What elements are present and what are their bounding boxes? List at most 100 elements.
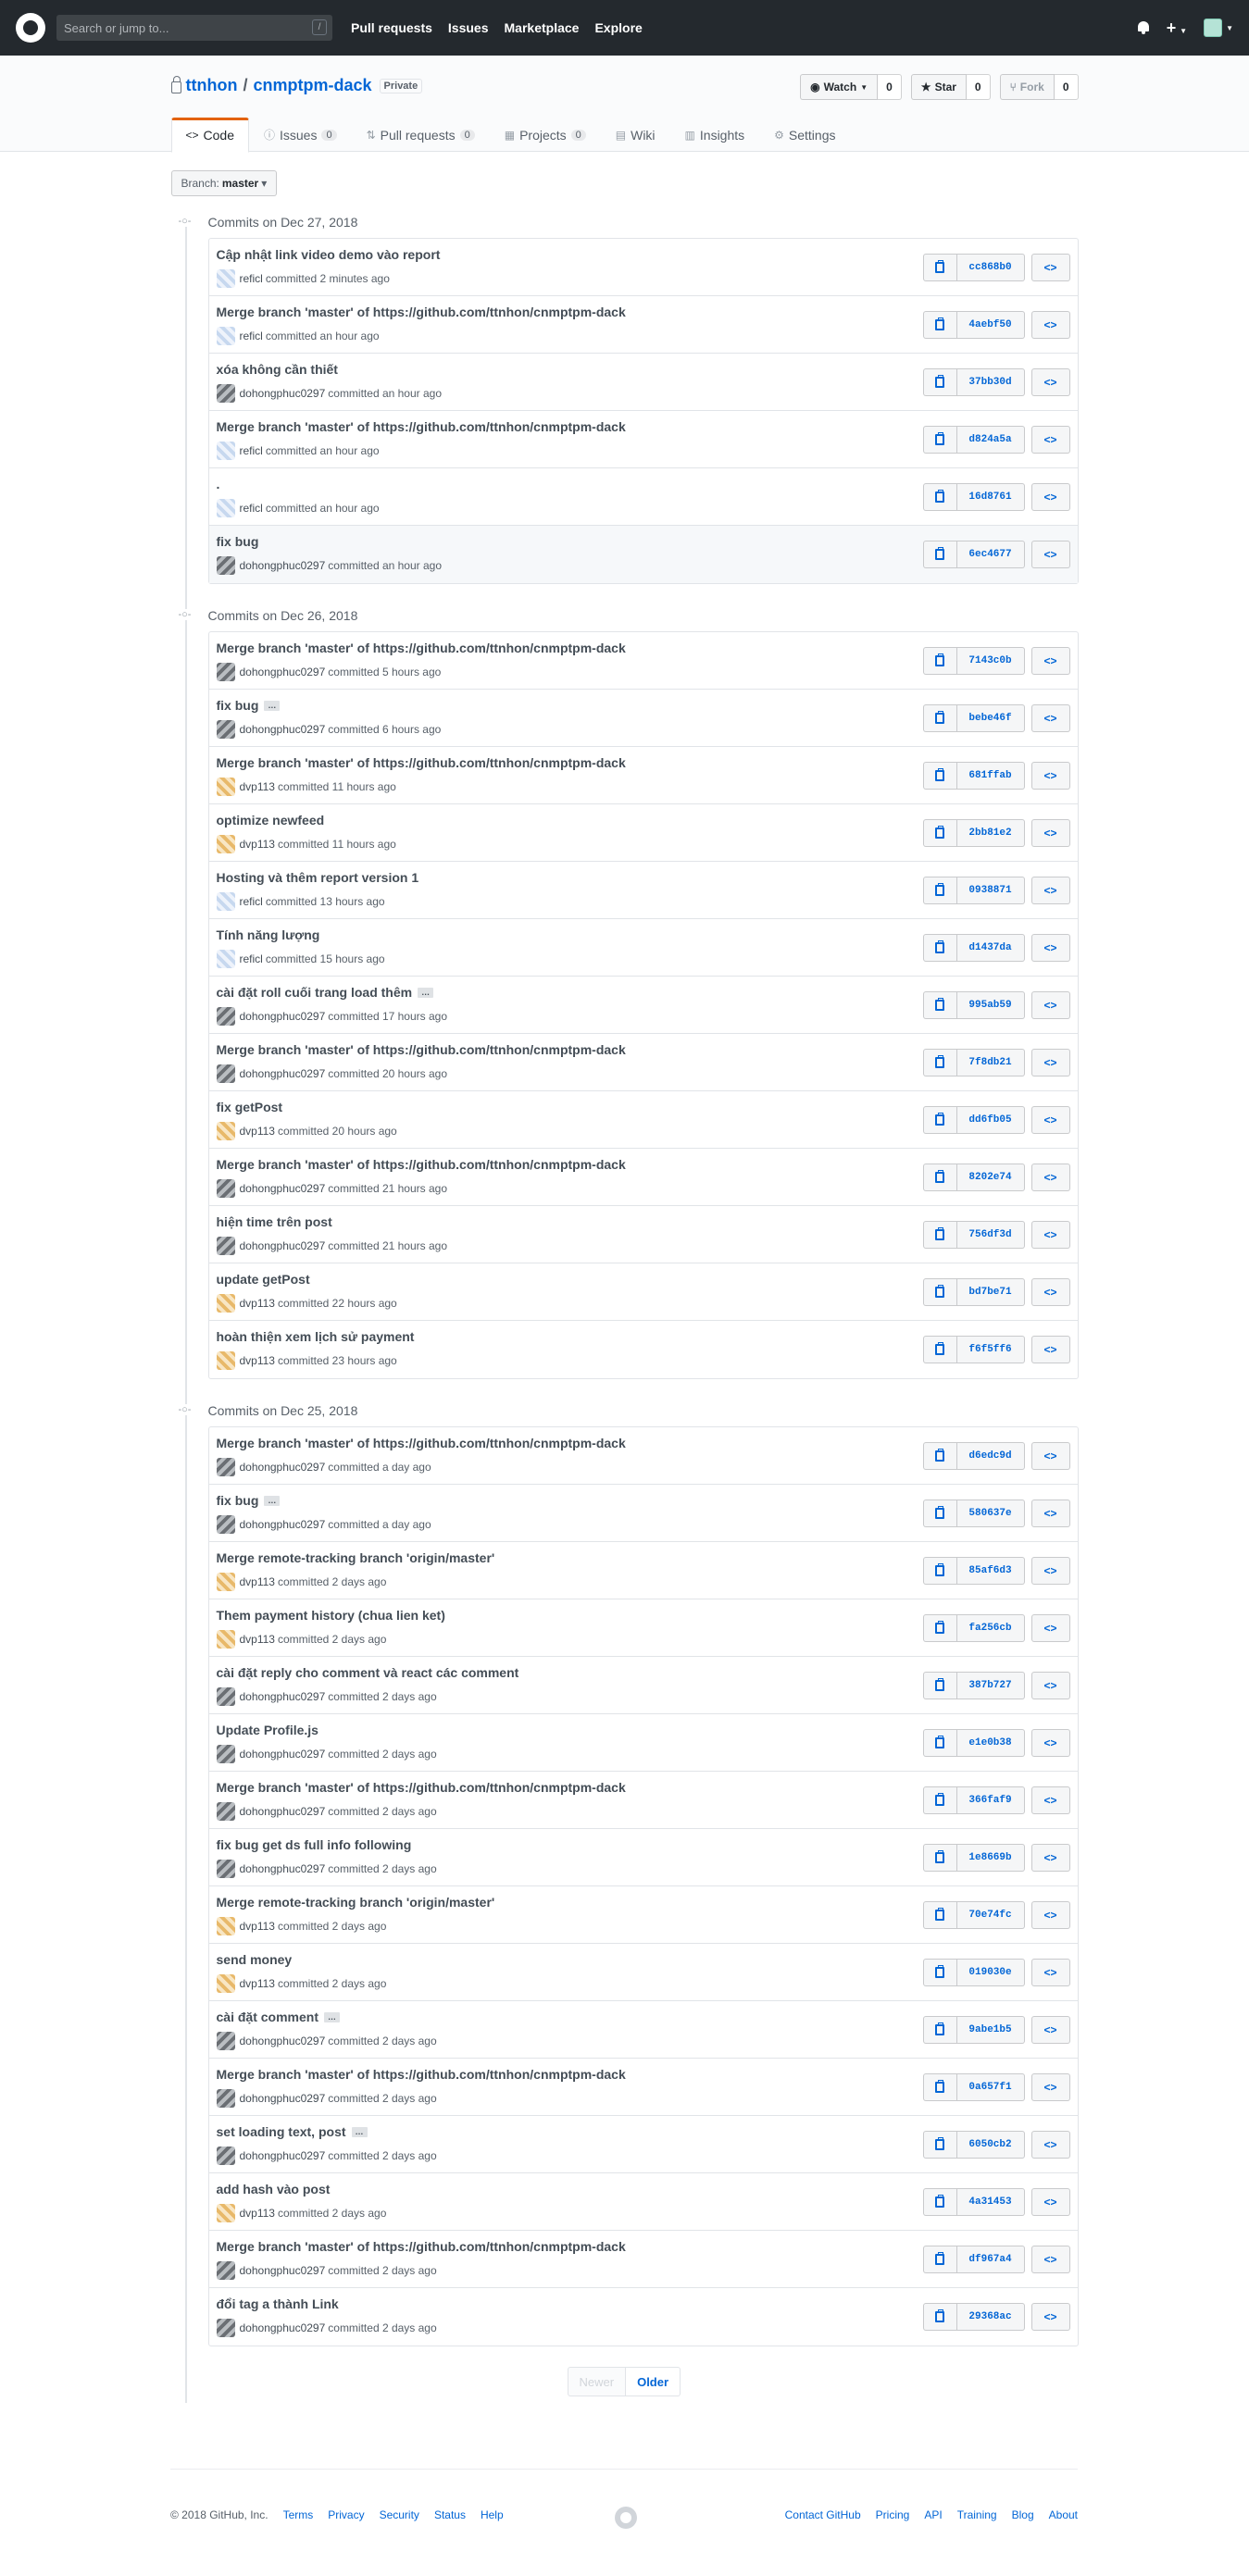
expand-message-button[interactable]: … [264,1495,281,1506]
commit-message-link[interactable]: set loading text, post [217,2124,346,2139]
copy-sha-button[interactable] [922,1672,957,1699]
browse-repo-button[interactable]: <> [1030,2073,1070,2101]
copy-sha-button[interactable] [922,877,957,904]
copy-sha-button[interactable] [922,1786,957,1814]
commit-message-link[interactable]: cài đặt comment [217,2010,318,2024]
copy-sha-button[interactable] [922,1221,957,1249]
browse-repo-button[interactable]: <> [1030,2016,1070,2044]
copy-sha-button[interactable] [922,254,957,281]
author-avatar[interactable] [216,2204,235,2222]
star-button[interactable]: ★ Star [910,74,967,100]
commit-sha-link[interactable]: df967a4 [956,2246,1025,2273]
commit-message-link[interactable]: Merge remote-tracking branch 'origin/mas… [217,1895,495,1910]
author-avatar[interactable] [216,663,235,681]
author-avatar[interactable] [216,2089,235,2108]
browse-repo-button[interactable]: <> [1030,934,1070,962]
author-avatar[interactable] [216,1237,235,1255]
tab-projects[interactable]: ▦ Projects 0 [490,118,601,153]
commit-author-link[interactable]: reficl [240,444,263,457]
commit-sha-link[interactable]: 1e8669b [956,1844,1025,1872]
copy-sha-button[interactable] [922,934,957,962]
author-avatar[interactable] [216,556,235,575]
browse-repo-button[interactable]: <> [1030,1049,1070,1076]
commit-author-link[interactable]: reficl [240,330,263,342]
commit-author-link[interactable]: dohongphuc0297 [240,1010,326,1023]
commit-sha-link[interactable]: d6edc9d [956,1442,1025,1470]
copy-sha-button[interactable] [922,2016,957,2044]
author-avatar[interactable] [216,1630,235,1649]
commit-message-link[interactable]: Merge remote-tracking branch 'origin/mas… [217,1550,495,1565]
browse-repo-button[interactable]: <> [1030,704,1070,732]
commit-message-link[interactable]: add hash vào post [217,2182,331,2196]
author-avatar[interactable] [216,1974,235,1993]
expand-message-button[interactable]: … [418,987,434,998]
author-avatar[interactable] [216,892,235,911]
browse-repo-button[interactable]: <> [1030,1221,1070,1249]
commit-message-link[interactable]: fix bug [217,698,259,713]
copy-sha-button[interactable] [922,819,957,847]
copy-sha-button[interactable] [922,2246,957,2273]
commit-sha-link[interactable]: bd7be71 [956,1278,1025,1306]
author-avatar[interactable] [216,1294,235,1313]
create-new-menu[interactable]: + ▼ [1167,19,1187,38]
commit-message-link[interactable]: hiện time trên post [217,1214,332,1229]
commit-message-link[interactable]: fix bug [217,534,259,549]
footer-link-status[interactable]: Status [434,2508,466,2521]
star-count[interactable]: 0 [966,74,991,100]
author-avatar[interactable] [216,1351,235,1370]
branch-select-button[interactable]: Branch: master ▾ [170,170,278,196]
commit-message-link[interactable]: xóa không cần thiết [217,362,338,377]
copy-sha-button[interactable] [922,1729,957,1757]
commit-sha-link[interactable]: 9abe1b5 [956,2016,1025,2044]
commit-author-link[interactable]: dvp113 [240,1125,275,1138]
author-avatar[interactable] [216,950,235,968]
commit-author-link[interactable]: dvp113 [240,1297,275,1310]
commit-sha-link[interactable]: 7143c0b [956,647,1025,675]
footer-link-security[interactable]: Security [380,2508,419,2521]
commit-sha-link[interactable]: 4a31453 [956,2188,1025,2216]
browse-repo-button[interactable]: <> [1030,1959,1070,1986]
commit-message-link[interactable]: optimize newfeed [217,813,325,828]
author-avatar[interactable] [216,1515,235,1534]
commit-author-link[interactable]: dohongphuc0297 [240,723,326,736]
footer-link-pricing[interactable]: Pricing [876,2508,910,2521]
footer-link-help[interactable]: Help [481,2508,504,2521]
expand-message-button[interactable]: … [351,2126,368,2137]
nav-marketplace[interactable]: Marketplace [505,20,580,35]
footer-link-privacy[interactable]: Privacy [328,2508,364,2521]
copy-sha-button[interactable] [922,991,957,1019]
commit-message-link[interactable]: Them payment history (chua lien ket) [217,1608,445,1623]
browse-repo-button[interactable]: <> [1030,2303,1070,2331]
commit-message-link[interactable]: Merge branch 'master' of https://github.… [217,1780,626,1795]
author-avatar[interactable] [216,269,235,288]
github-logo-icon[interactable] [16,13,45,43]
footer-link-training[interactable]: Training [957,2508,997,2521]
author-avatar[interactable] [216,442,235,460]
tab-settings[interactable]: ⚙ Settings [759,118,850,153]
browse-repo-button[interactable]: <> [1030,1844,1070,1872]
browse-repo-button[interactable]: <> [1030,877,1070,904]
commit-author-link[interactable]: dohongphuc0297 [240,559,326,572]
commit-sha-link[interactable]: e1e0b38 [956,1729,1025,1757]
older-button[interactable]: Older [626,2367,681,2396]
expand-message-button[interactable]: … [323,2011,340,2022]
commit-author-link[interactable]: dvp113 [240,2207,275,2220]
commit-author-link[interactable]: dohongphuc0297 [240,1805,326,1818]
commit-sha-link[interactable]: fa256cb [956,1614,1025,1642]
browse-repo-button[interactable]: <> [1030,311,1070,339]
browse-repo-button[interactable]: <> [1030,819,1070,847]
commit-sha-link[interactable]: d824a5a [956,426,1025,454]
commit-message-link[interactable]: Merge branch 'master' of https://github.… [217,1157,626,1172]
watch-button[interactable]: ◉ Watch ▼ [800,74,879,100]
copy-sha-button[interactable] [922,762,957,790]
nav-pull-requests[interactable]: Pull requests [351,20,432,35]
commit-author-link[interactable]: reficl [240,895,263,908]
commit-sha-link[interactable]: 2bb81e2 [956,819,1025,847]
commit-message-link[interactable]: Merge branch 'master' of https://github.… [217,1436,626,1450]
search-input[interactable]: Search or jump to... / [56,15,332,41]
copy-sha-button[interactable] [922,1164,957,1191]
author-avatar[interactable] [216,1458,235,1476]
browse-repo-button[interactable]: <> [1030,1278,1070,1306]
commit-sha-link[interactable]: 6050cb2 [956,2131,1025,2159]
browse-repo-button[interactable]: <> [1030,483,1070,511]
